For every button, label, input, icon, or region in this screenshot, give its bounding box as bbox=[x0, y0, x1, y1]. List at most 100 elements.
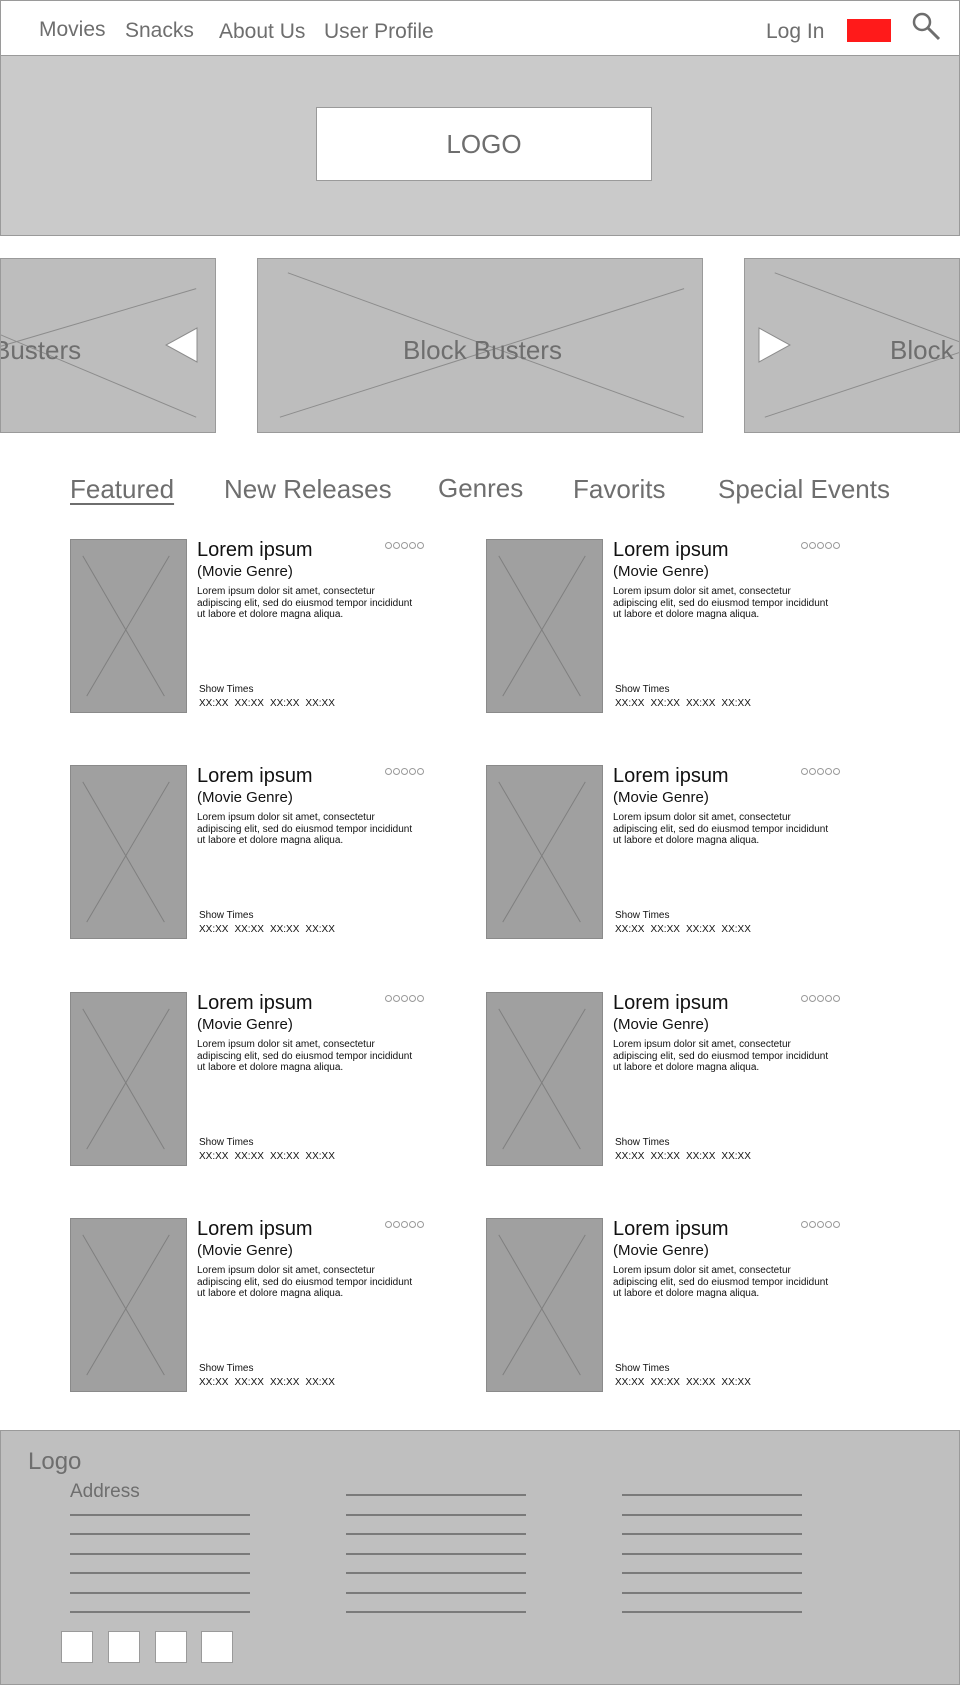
footer-link-line[interactable] bbox=[622, 1533, 802, 1535]
search-icon[interactable] bbox=[911, 11, 941, 41]
rating-star-icon[interactable] bbox=[417, 1221, 424, 1228]
showtime-slot[interactable]: XX:XX bbox=[199, 924, 228, 935]
rating-star-icon[interactable] bbox=[801, 995, 808, 1002]
showtime-slot[interactable]: XX:XX bbox=[615, 1377, 644, 1388]
showtime-slot[interactable]: XX:XX bbox=[650, 1377, 679, 1388]
footer-link-line[interactable] bbox=[346, 1611, 526, 1613]
footer-link-line[interactable] bbox=[622, 1553, 802, 1555]
tab-new-releases[interactable]: New Releases bbox=[224, 474, 392, 505]
nav-snacks[interactable]: Snacks bbox=[125, 19, 194, 43]
rating-star-icon[interactable] bbox=[385, 1221, 392, 1228]
showtime-slot[interactable]: XX:XX bbox=[686, 1377, 715, 1388]
showtime-slot[interactable]: XX:XX bbox=[305, 698, 334, 709]
carousel-prev-arrow[interactable] bbox=[165, 327, 198, 363]
footer-link-line[interactable] bbox=[346, 1572, 526, 1574]
tab-favorits[interactable]: Favorits bbox=[573, 474, 665, 505]
rating-star-icon[interactable] bbox=[833, 995, 840, 1002]
showtime-slot[interactable]: XX:XX bbox=[686, 1151, 715, 1162]
movie-poster[interactable] bbox=[486, 992, 603, 1166]
showtime-slot[interactable]: XX:XX bbox=[650, 924, 679, 935]
movie-card[interactable]: Lorem ipsum (Movie Genre) Lorem ipsum dolo… bbox=[70, 1218, 430, 1392]
social-icon-2[interactable] bbox=[108, 1631, 140, 1663]
footer-link-line[interactable] bbox=[70, 1514, 250, 1516]
rating-star-icon[interactable] bbox=[409, 542, 416, 549]
showtime-slot[interactable]: XX:XX bbox=[721, 1377, 750, 1388]
login-link[interactable]: Log In bbox=[766, 20, 824, 44]
showtime-slot[interactable]: XX:XX bbox=[721, 1151, 750, 1162]
movie-poster[interactable] bbox=[70, 992, 187, 1166]
showtime-slot[interactable]: XX:XX bbox=[270, 924, 299, 935]
movie-card[interactable]: Lorem ipsum (Movie Genre) Lorem ipsum dolo… bbox=[486, 992, 846, 1166]
star-rating[interactable] bbox=[385, 1221, 424, 1228]
movie-card[interactable]: Lorem ipsum (Movie Genre) Lorem ipsum dolo… bbox=[70, 539, 430, 713]
star-rating[interactable] bbox=[801, 1221, 840, 1228]
rating-star-icon[interactable] bbox=[393, 542, 400, 549]
social-icon-4[interactable] bbox=[201, 1631, 233, 1663]
showtime-slot[interactable]: XX:XX bbox=[234, 924, 263, 935]
language-flag-button[interactable] bbox=[847, 19, 891, 42]
rating-star-icon[interactable] bbox=[417, 768, 424, 775]
showtime-slot[interactable]: XX:XX bbox=[305, 1377, 334, 1388]
rating-star-icon[interactable] bbox=[393, 995, 400, 1002]
footer-link-line[interactable] bbox=[346, 1533, 526, 1535]
rating-star-icon[interactable] bbox=[401, 1221, 408, 1228]
footer-link-line[interactable] bbox=[622, 1572, 802, 1574]
footer-link-line[interactable] bbox=[70, 1592, 250, 1594]
star-rating[interactable] bbox=[801, 768, 840, 775]
movie-poster[interactable] bbox=[70, 1218, 187, 1392]
rating-star-icon[interactable] bbox=[385, 995, 392, 1002]
nav-about-us[interactable]: About Us bbox=[219, 20, 305, 44]
tab-genres[interactable]: Genres bbox=[438, 473, 523, 504]
footer-link-line[interactable] bbox=[622, 1514, 802, 1516]
movie-poster[interactable] bbox=[70, 539, 187, 713]
rating-star-icon[interactable] bbox=[801, 542, 808, 549]
rating-star-icon[interactable] bbox=[809, 995, 816, 1002]
rating-star-icon[interactable] bbox=[817, 1221, 824, 1228]
rating-star-icon[interactable] bbox=[833, 542, 840, 549]
movie-title[interactable]: Lorem ipsum bbox=[197, 992, 313, 1015]
showtime-slot[interactable]: XX:XX bbox=[234, 1151, 263, 1162]
movie-poster[interactable] bbox=[486, 539, 603, 713]
footer-link-line[interactable] bbox=[346, 1592, 526, 1594]
showtime-slot[interactable]: XX:XX bbox=[615, 924, 644, 935]
showtime-slot[interactable]: XX:XX bbox=[686, 924, 715, 935]
showtime-slot[interactable]: XX:XX bbox=[199, 698, 228, 709]
star-rating[interactable] bbox=[801, 542, 840, 549]
movie-poster[interactable] bbox=[486, 765, 603, 939]
star-rating[interactable] bbox=[801, 995, 840, 1002]
rating-star-icon[interactable] bbox=[801, 1221, 808, 1228]
rating-star-icon[interactable] bbox=[817, 995, 824, 1002]
rating-star-icon[interactable] bbox=[825, 542, 832, 549]
rating-star-icon[interactable] bbox=[817, 542, 824, 549]
movie-card[interactable]: Lorem ipsum (Movie Genre) Lorem ipsum dolo… bbox=[486, 539, 846, 713]
movie-title[interactable]: Lorem ipsum bbox=[197, 539, 313, 562]
rating-star-icon[interactable] bbox=[409, 768, 416, 775]
footer-logo[interactable]: Logo bbox=[28, 1448, 81, 1476]
showtime-slot[interactable]: XX:XX bbox=[650, 698, 679, 709]
rating-star-icon[interactable] bbox=[409, 1221, 416, 1228]
showtime-slot[interactable]: XX:XX bbox=[305, 1151, 334, 1162]
movie-card[interactable]: Lorem ipsum (Movie Genre) Lorem ipsum dolo… bbox=[70, 992, 430, 1166]
rating-star-icon[interactable] bbox=[409, 995, 416, 1002]
movie-poster[interactable] bbox=[70, 765, 187, 939]
showtime-slot[interactable]: XX:XX bbox=[270, 698, 299, 709]
movie-card[interactable]: Lorem ipsum (Movie Genre) Lorem ipsum dolo… bbox=[70, 765, 430, 939]
rating-star-icon[interactable] bbox=[393, 768, 400, 775]
showtime-slot[interactable]: XX:XX bbox=[721, 698, 750, 709]
tab-featured[interactable]: Featured bbox=[70, 474, 174, 505]
showtime-slot[interactable]: XX:XX bbox=[270, 1377, 299, 1388]
footer-link-line[interactable] bbox=[622, 1611, 802, 1613]
footer-link-line[interactable] bbox=[70, 1553, 250, 1555]
showtime-slot[interactable]: XX:XX bbox=[199, 1377, 228, 1388]
showtime-slot[interactable]: XX:XX bbox=[305, 924, 334, 935]
showtime-slot[interactable]: XX:XX bbox=[686, 698, 715, 709]
rating-star-icon[interactable] bbox=[393, 1221, 400, 1228]
showtime-slot[interactable]: XX:XX bbox=[721, 924, 750, 935]
footer-link-line[interactable] bbox=[70, 1611, 250, 1613]
star-rating[interactable] bbox=[385, 995, 424, 1002]
footer-link-line[interactable] bbox=[70, 1572, 250, 1574]
movie-title[interactable]: Lorem ipsum bbox=[613, 992, 729, 1015]
rating-star-icon[interactable] bbox=[417, 995, 424, 1002]
footer-link-line[interactable] bbox=[346, 1494, 526, 1496]
rating-star-icon[interactable] bbox=[385, 542, 392, 549]
